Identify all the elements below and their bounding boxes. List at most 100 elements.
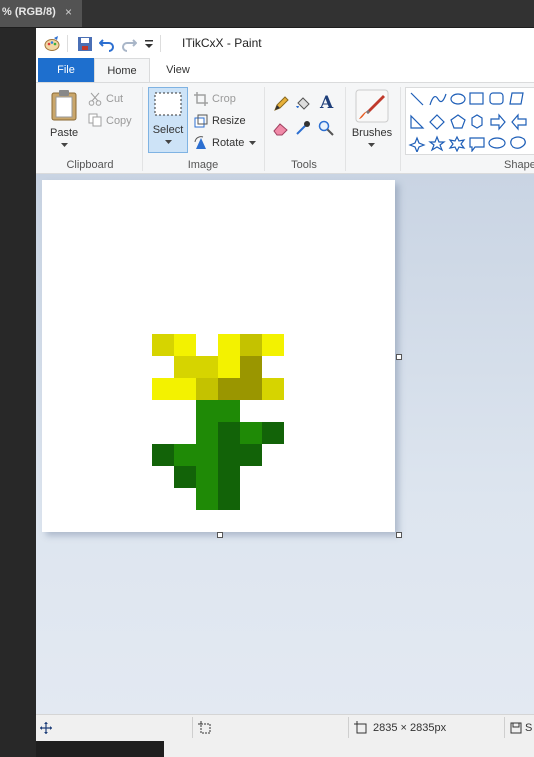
redo-icon[interactable] [121, 36, 137, 52]
image-dimensions: 2835 × 2835px [373, 722, 447, 734]
pixel-cell [196, 488, 218, 510]
customize-toolbar-icon[interactable] [141, 36, 157, 52]
pixel-cell [262, 422, 284, 444]
pixel-cell [240, 444, 262, 466]
pixel-cell [218, 488, 240, 510]
pixel-cell [174, 444, 196, 466]
resize-button[interactable]: Resize [212, 115, 246, 127]
pixel-cell [218, 378, 240, 400]
photoshop-tab-bar: % (RGB/8) × [0, 0, 534, 28]
shapes-grid [408, 92, 527, 152]
pixel-cell [218, 466, 240, 488]
pixel-cell [196, 378, 218, 400]
pixel-cell [218, 422, 240, 444]
rounded-rectangle-shape-icon [489, 92, 504, 105]
cut-button[interactable]: Cut [106, 93, 123, 105]
ribbon-separator [264, 87, 265, 171]
canvas-resize-handle-corner[interactable] [396, 532, 402, 538]
pixel-cell [218, 400, 240, 422]
pencil-icon[interactable] [273, 96, 289, 112]
pixel-cell [240, 334, 262, 356]
callout-shape-icon [469, 137, 485, 152]
brushes-icon[interactable] [355, 89, 389, 123]
pixel-cell [174, 466, 196, 488]
desktop-background [164, 741, 534, 757]
shapes-group-label: Shapes [504, 159, 534, 171]
pixel-cell [152, 444, 174, 466]
canvas-area [36, 174, 534, 714]
rotate-icon [194, 136, 206, 149]
chevron-down-icon[interactable] [249, 141, 256, 146]
pixel-cell [218, 356, 240, 378]
pixel-cell [262, 334, 284, 356]
tab-home[interactable]: Home [94, 58, 150, 83]
pentagon-shape-icon [450, 114, 466, 129]
pixel-cell [196, 400, 218, 422]
canvas-resize-handle-right[interactable] [396, 354, 402, 360]
tab-view[interactable]: View [158, 58, 198, 82]
text-tool-icon[interactable]: A [320, 93, 333, 113]
star-shape-icon [428, 135, 446, 152]
paint-palette-icon[interactable] [44, 36, 60, 52]
ribbon-separator [400, 87, 401, 171]
canvas-resize-handle-bottom[interactable] [217, 532, 223, 538]
select-button[interactable]: Select [148, 87, 188, 153]
pixel-cell [240, 378, 262, 400]
photoshop-workspace [0, 28, 36, 757]
ribbon-tabs: File Home View [36, 58, 534, 83]
photoshop-status-strip [36, 741, 164, 757]
status-separator [348, 717, 349, 738]
shapes-gallery[interactable] [405, 87, 534, 155]
pixel-cell [218, 334, 240, 356]
resize-icon [194, 114, 208, 128]
ribbon-separator [142, 87, 143, 171]
color-picker-icon[interactable] [295, 120, 311, 136]
selection-icon [154, 92, 182, 116]
left-arrow-shape-icon [511, 113, 527, 131]
window-title: ITikCxX - Paint [182, 36, 262, 50]
chevron-down-icon [165, 140, 172, 144]
image-group-label: Image [187, 159, 219, 171]
oval-callout-icon [488, 137, 506, 149]
rotate-button[interactable]: Rotate [212, 137, 244, 149]
chevron-down-icon[interactable] [368, 143, 375, 148]
paste-button[interactable]: Paste [50, 127, 78, 139]
eraser-icon[interactable] [273, 120, 289, 136]
pixel-cell [196, 356, 218, 378]
chevron-down-icon[interactable] [61, 143, 68, 148]
ribbon: Paste Cut Copy Clipboard Select Crop Res… [36, 82, 534, 174]
magnifier-icon[interactable] [318, 120, 334, 136]
polygon-shape-icon [509, 92, 524, 105]
drawing-canvas[interactable] [42, 180, 395, 532]
cloud-callout-icon [510, 136, 526, 149]
scissors-icon [88, 92, 102, 106]
four-point-star-icon [408, 136, 426, 152]
triangle-shape-icon [410, 114, 425, 129]
close-icon[interactable]: × [65, 0, 72, 24]
pixel-cell [196, 466, 218, 488]
paint-window: ITikCxX - Paint File Home View Paste Cut… [36, 28, 534, 741]
ribbon-separator [345, 87, 346, 171]
save-icon[interactable] [77, 36, 93, 52]
fill-bucket-icon[interactable] [295, 96, 311, 112]
pixel-cell [152, 378, 174, 400]
brushes-button[interactable]: Brushes [351, 127, 393, 139]
pixel-cell [174, 334, 196, 356]
paste-icon[interactable] [50, 89, 78, 121]
rectangle-shape-icon [469, 92, 484, 105]
selection-size-icon [198, 721, 211, 734]
status-separator [504, 717, 505, 738]
pixel-cell [218, 444, 240, 466]
pixel-cell [196, 422, 218, 444]
copy-button[interactable]: Copy [106, 115, 132, 127]
disk-icon [510, 722, 522, 734]
undo-icon[interactable] [99, 36, 115, 52]
status-bar: 2835 × 2835px S [36, 714, 534, 741]
curve-shape-icon [429, 93, 447, 106]
photoshop-document-tab[interactable]: % (RGB/8) × [0, 0, 82, 27]
pixel-cell [174, 378, 196, 400]
tab-file[interactable]: File [38, 58, 94, 82]
image-size-icon [354, 721, 367, 734]
crop-button[interactable]: Crop [212, 93, 236, 105]
pixel-cell [240, 422, 262, 444]
